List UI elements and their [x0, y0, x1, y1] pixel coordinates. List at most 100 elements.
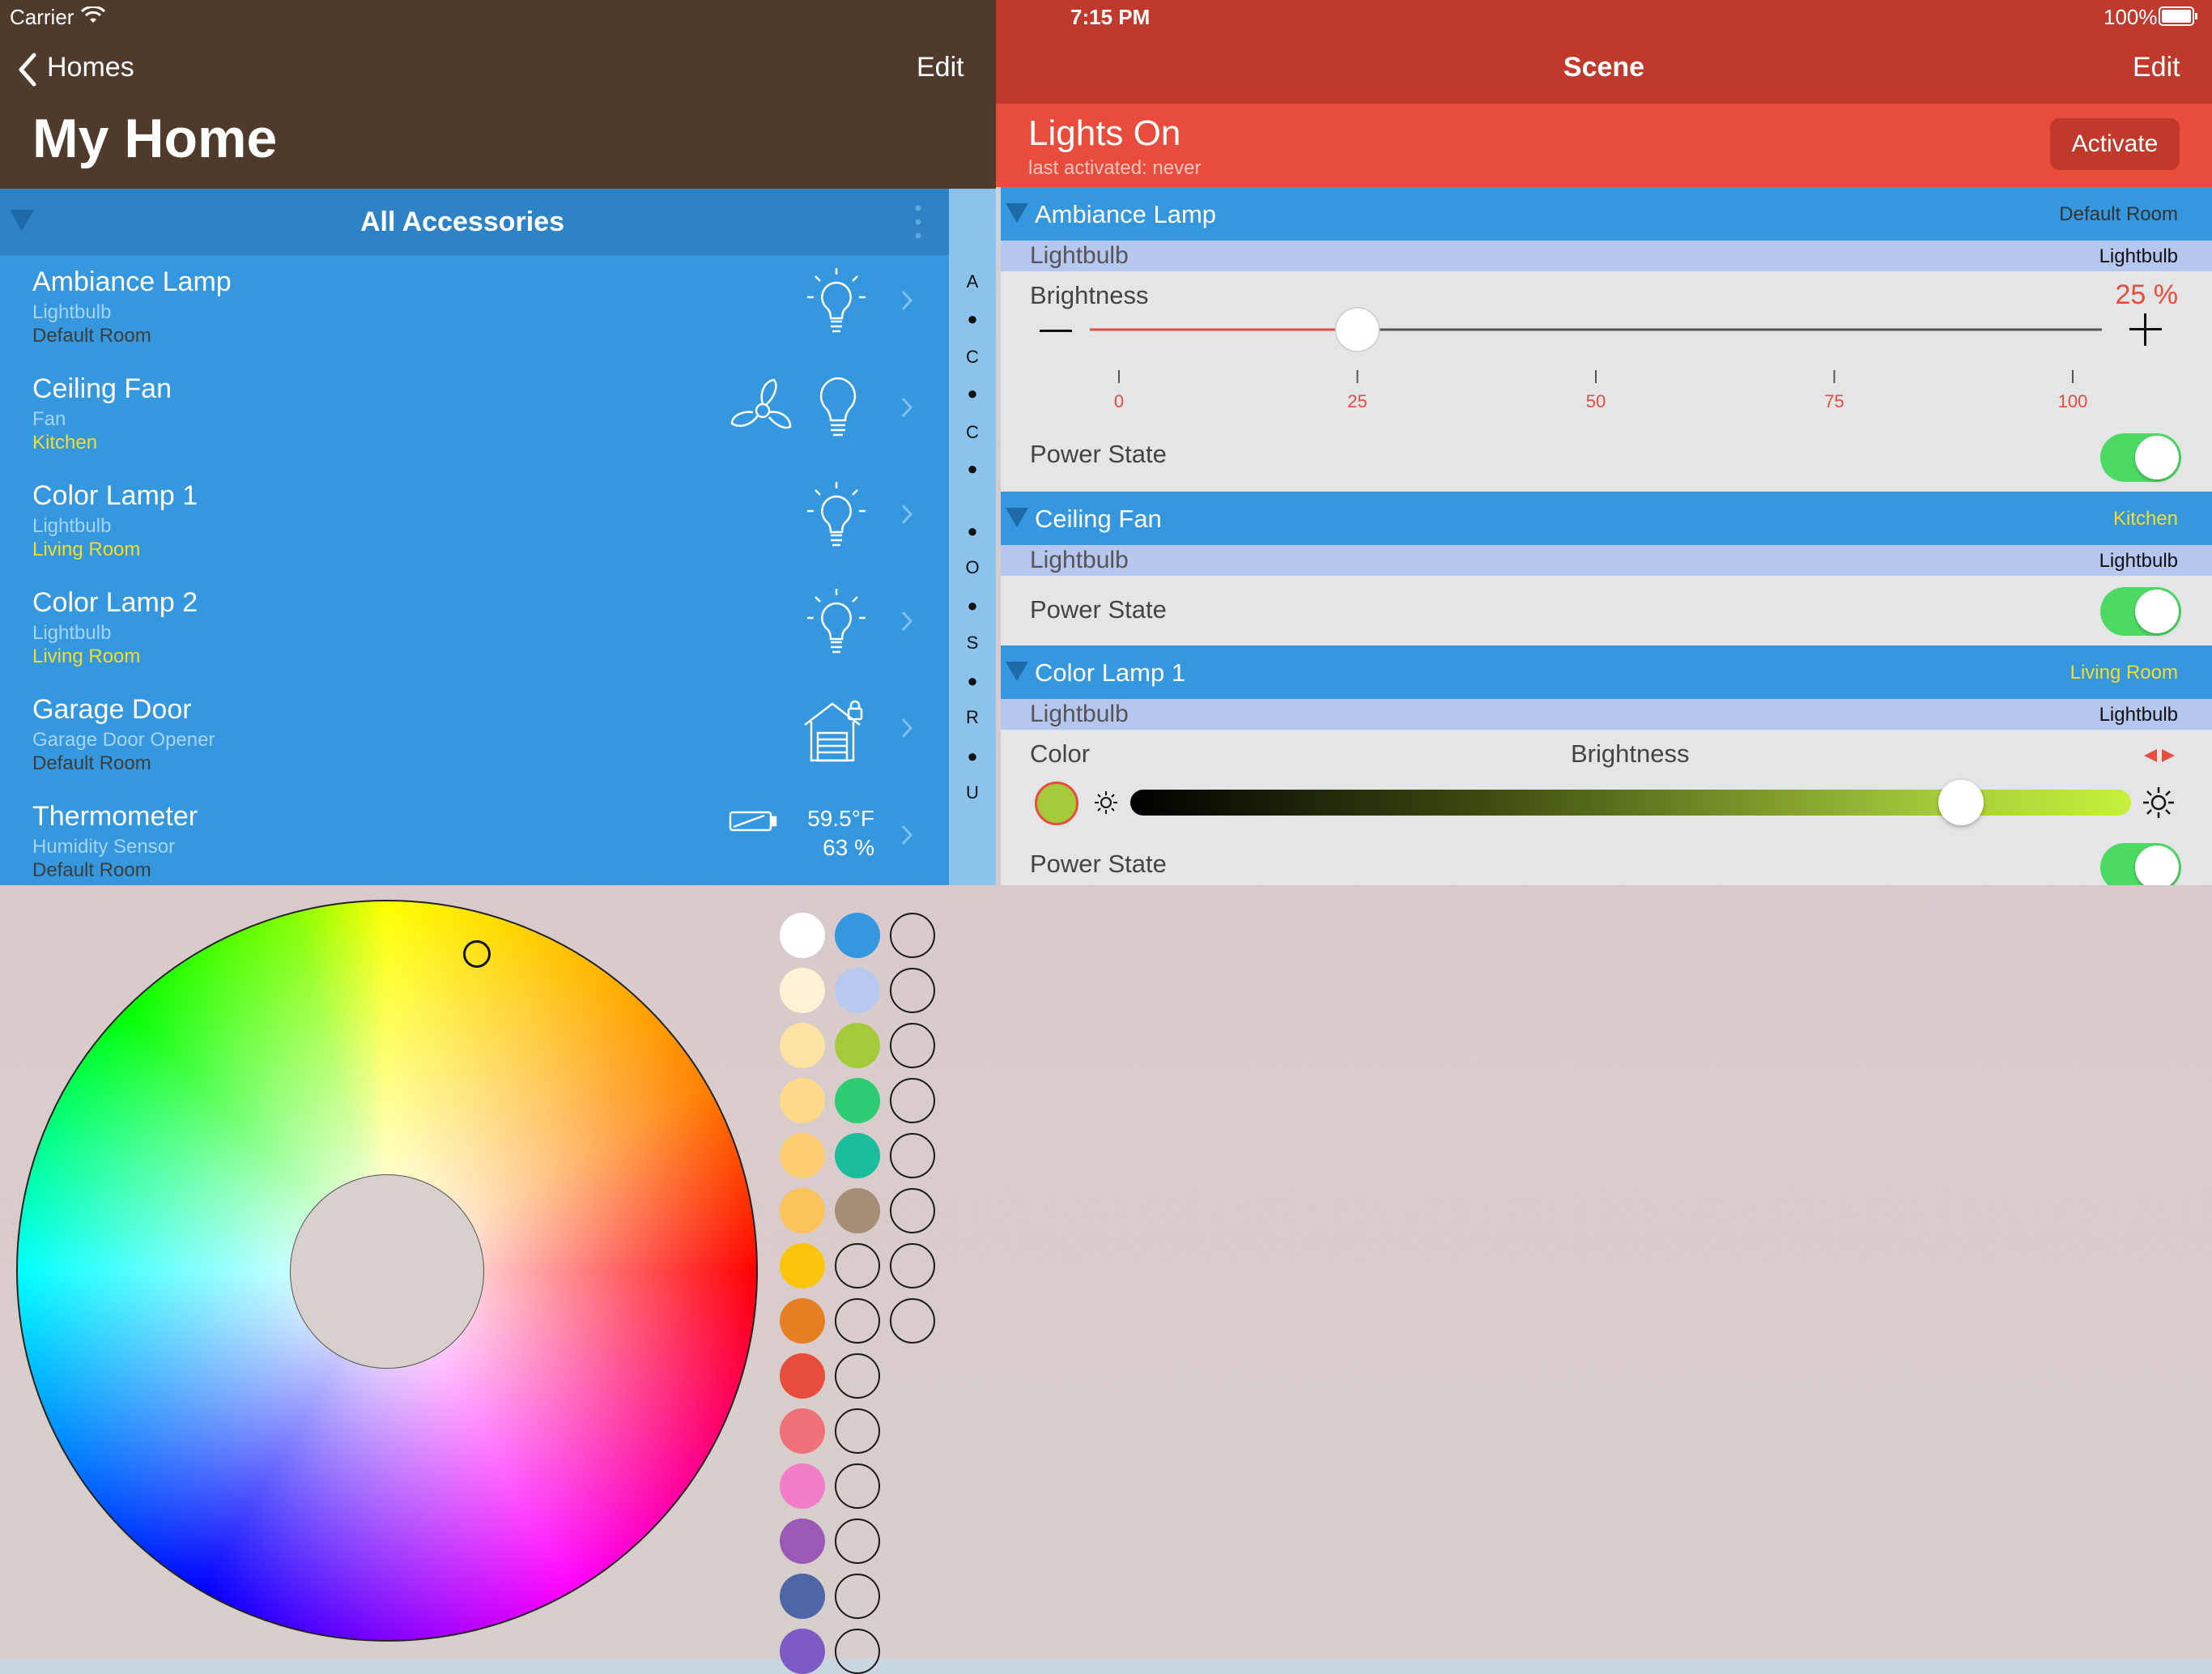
accessory-row-ambiance-lamp[interactable]: Ambiance Lamp Lightbulb Default Room [0, 255, 949, 362]
left-navigation-bar: Carrier Homes Edit My Home [0, 0, 996, 189]
index-dot: ● [967, 521, 978, 541]
all-accessories-header[interactable]: All Accessories [0, 189, 949, 255]
color-swatch[interactable] [780, 1078, 825, 1123]
tick-label: 25 [1347, 391, 1367, 411]
service-bar: Lightbulb Lightbulb [1001, 699, 2212, 730]
accessory-row-color-lamp-2[interactable]: Color Lamp 2 Lightbulb Living Room [0, 576, 949, 683]
section-room: Kitchen [2112, 508, 2178, 530]
empty-swatch-slot[interactable] [835, 1629, 880, 1674]
activate-button[interactable]: Activate [2050, 118, 2180, 170]
accessory-list: Ambiance Lamp Lightbulb Default Room Cei… [0, 255, 949, 885]
color-swatch[interactable] [780, 1188, 825, 1233]
collapse-triangle-icon [1006, 203, 1028, 223]
plus-icon[interactable] [2129, 313, 2162, 346]
color-swatch[interactable] [835, 1133, 880, 1178]
color-swatch[interactable] [780, 968, 825, 1013]
sun-small-icon [1093, 790, 1119, 816]
index-letter[interactable]: C [949, 422, 996, 443]
empty-swatch-slot[interactable] [890, 1188, 935, 1233]
battery-percent: 100% [2104, 5, 2158, 29]
accessory-row-color-lamp-1[interactable]: Color Lamp 1 Lightbulb Living Room [0, 469, 949, 576]
color-swatch[interactable] [780, 1408, 825, 1454]
scene-navigation-bar: 7:15 PM 100% Scene Edit [996, 0, 2212, 104]
empty-swatch-slot[interactable] [890, 968, 935, 1013]
brightness-value: 25 % [2115, 279, 2179, 310]
power-state-switch[interactable] [2100, 587, 2181, 636]
switch-knob [2135, 590, 2179, 633]
empty-swatch-slot[interactable] [890, 1298, 935, 1344]
empty-swatch-slot[interactable] [835, 1463, 880, 1509]
index-letter[interactable]: R [949, 707, 996, 728]
color-swatch[interactable] [835, 913, 880, 958]
color-swatch[interactable] [780, 1519, 825, 1564]
lightbulb-icon[interactable] [806, 480, 867, 552]
fan-icon[interactable] [729, 377, 797, 445]
accessory-room: Default Room [32, 752, 151, 774]
color-swatch[interactable] [780, 1463, 825, 1509]
empty-swatch-slot[interactable] [890, 913, 935, 958]
brightness-slider[interactable]: 0 25 50 75 100 [1074, 296, 2118, 417]
index-dot: ● [967, 309, 978, 329]
color-swatch[interactable] [835, 1078, 880, 1123]
color-swatch[interactable] [780, 1629, 825, 1674]
color-swatch[interactable] [780, 1298, 825, 1344]
scene-edit-button[interactable]: Edit [2133, 52, 2180, 83]
color-swatch[interactable] [835, 1188, 880, 1233]
color-swatch[interactable] [780, 913, 825, 958]
accessory-row-ceiling-fan[interactable]: Ceiling Fan Fan Kitchen [0, 362, 949, 469]
color-palette [0, 885, 996, 1674]
scene-section-color-lamp-1[interactable]: Color Lamp 1 Living Room [1001, 645, 2212, 699]
color-swatch[interactable] [780, 1353, 825, 1399]
empty-swatch-slot[interactable] [835, 1353, 880, 1399]
empty-swatch-slot[interactable] [835, 1574, 880, 1619]
scene-section-ceiling-fan[interactable]: Ceiling Fan Kitchen [1001, 492, 2212, 545]
color-swatch[interactable] [780, 1243, 825, 1289]
empty-swatch-slot[interactable] [835, 1298, 880, 1344]
left-edit-button[interactable]: Edit [917, 52, 964, 83]
accessory-type: Garage Door Opener [32, 729, 215, 751]
lightbulb-icon[interactable] [807, 373, 869, 445]
index-letter[interactable]: U [949, 782, 996, 803]
power-state-label: Power State [1030, 595, 1167, 624]
index-letter[interactable]: O [949, 557, 996, 578]
sun-large-icon [2142, 786, 2175, 819]
color-swatch[interactable] [835, 1023, 880, 1068]
accessory-row-thermometer[interactable]: Thermometer Humidity Sensor Default Room… [0, 790, 949, 885]
color-swatch[interactable] [835, 968, 880, 1013]
empty-swatch-slot[interactable] [890, 1078, 935, 1123]
empty-swatch-slot[interactable] [835, 1243, 880, 1289]
lightbulb-icon[interactable] [806, 266, 867, 338]
accessory-row-garage-door[interactable]: Garage Door Garage Door Opener Default R… [0, 683, 949, 790]
color-label: Color [1030, 739, 1091, 768]
color-swatch[interactable] [780, 1133, 825, 1178]
empty-swatch-slot[interactable] [835, 1519, 880, 1564]
empty-swatch-slot[interactable] [890, 1243, 935, 1289]
garage-icon[interactable] [802, 699, 866, 764]
index-letter[interactable]: S [949, 633, 996, 654]
selected-color-swatch[interactable] [1035, 782, 1078, 825]
slider-thumb[interactable] [1938, 780, 1984, 825]
chevron-right-icon [900, 396, 913, 419]
index-letter[interactable]: C [949, 347, 996, 368]
accessory-room: Living Room [32, 539, 141, 560]
scene-section-ambiance-lamp[interactable]: Ambiance Lamp Default Room [1001, 187, 2212, 241]
section-accessory-name: Ceiling Fan [1035, 505, 1162, 533]
color-lamp-characteristics: Color Brightness Power State [1001, 730, 2212, 885]
swap-arrows-icon[interactable] [2141, 748, 2178, 764]
empty-swatch-slot[interactable] [890, 1023, 935, 1068]
empty-swatch-slot[interactable] [890, 1133, 935, 1178]
switch-knob [2135, 846, 2179, 885]
more-options-icon[interactable] [913, 203, 923, 241]
section-index-bar[interactable]: A ● C ● C ● ● O ● S ● R ● U [949, 189, 996, 885]
battery-full-icon [2159, 6, 2199, 26]
power-state-switch[interactable] [2100, 433, 2181, 482]
all-accessories-title: All Accessories [360, 207, 564, 237]
index-letter[interactable]: A [949, 271, 996, 292]
color-swatch[interactable] [780, 1023, 825, 1068]
color-swatch[interactable] [780, 1574, 825, 1619]
minus-icon[interactable] [1040, 328, 1072, 334]
slider-thumb[interactable] [1334, 307, 1380, 352]
lightbulb-icon[interactable] [806, 587, 867, 658]
power-state-switch[interactable] [2100, 843, 2181, 885]
empty-swatch-slot[interactable] [835, 1408, 880, 1454]
